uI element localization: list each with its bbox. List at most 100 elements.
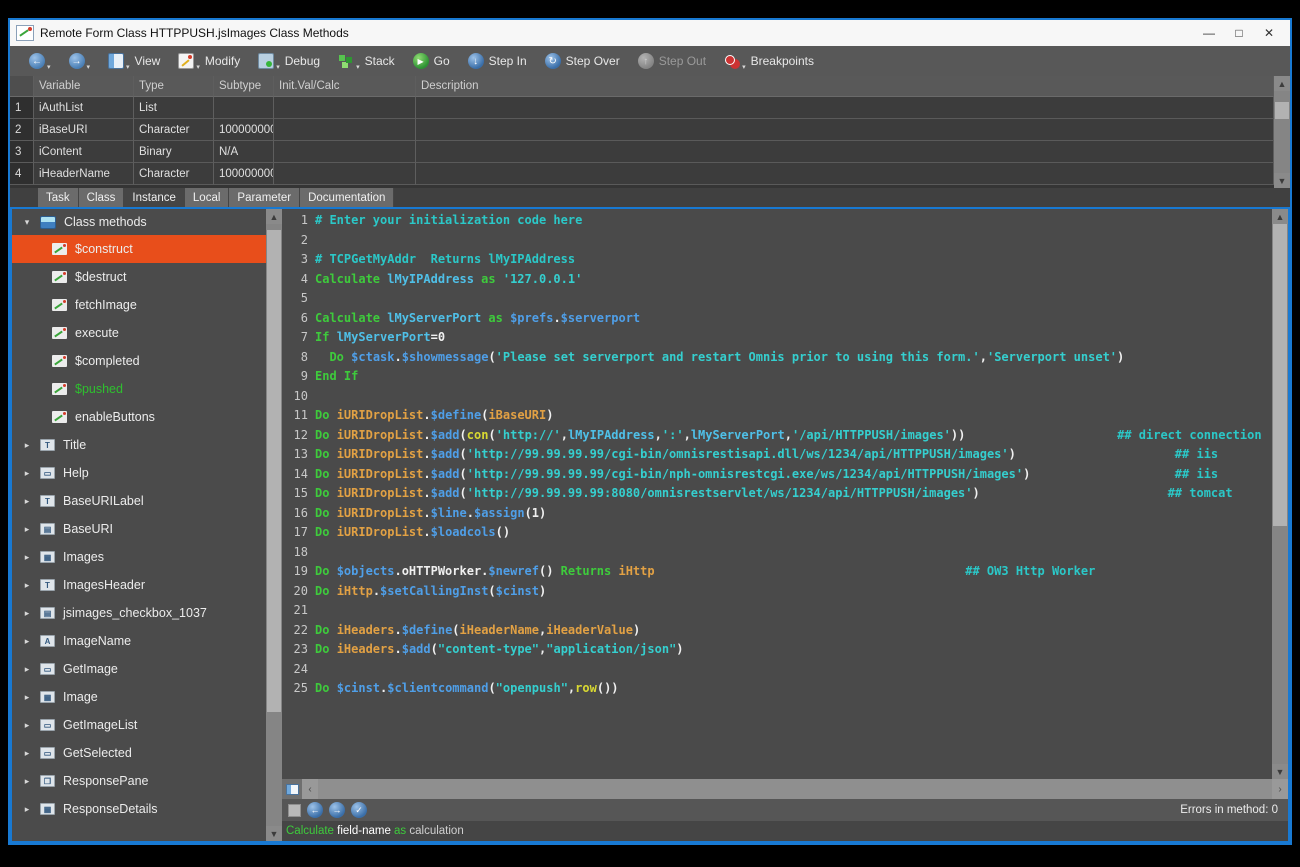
method-item-execute[interactable]: execute xyxy=(12,319,266,347)
field-item-title[interactable]: ▸TTitle xyxy=(12,431,266,459)
stack-button[interactable]: ▾Stack xyxy=(329,49,404,73)
variable-cell[interactable]: iBaseURI xyxy=(34,119,134,141)
chevron-right-icon[interactable]: ▸ xyxy=(22,776,32,787)
editor-list-button[interactable] xyxy=(282,779,302,799)
code-line[interactable]: 22Do iHeaders.$define(iHeaderName,iHeade… xyxy=(282,621,1272,641)
init-cell[interactable] xyxy=(274,141,416,163)
description-cell[interactable] xyxy=(416,141,1274,163)
code-line[interactable]: 25Do $cinst.$clientcommand("openpush",ro… xyxy=(282,679,1272,699)
scroll-up-icon[interactable]: ▲ xyxy=(1274,76,1290,91)
tab-class[interactable]: Class xyxy=(79,188,125,207)
variable-cell[interactable]: iContent xyxy=(34,141,134,163)
method-item-completed[interactable]: $completed xyxy=(12,347,266,375)
code-line[interactable]: 12Do iURIDropList.$add(con('http://',lMy… xyxy=(282,426,1272,446)
field-item-images[interactable]: ▸▦Images xyxy=(12,543,266,571)
chevron-down-icon[interactable]: ▾ xyxy=(22,217,32,228)
code-line[interactable]: 9End If xyxy=(282,367,1272,387)
chevron-right-icon[interactable]: ▸ xyxy=(22,524,32,535)
table-scrollbar-thumb[interactable] xyxy=(1275,102,1289,118)
code-line[interactable]: 23Do iHeaders.$add("content-type","appli… xyxy=(282,640,1272,660)
column-header[interactable]: Variable xyxy=(34,76,134,97)
code-line[interactable]: 7If lMyServerPort=0 xyxy=(282,328,1272,348)
init-cell[interactable] xyxy=(274,163,416,185)
field-item-responsedetails[interactable]: ▸▦ResponseDetails xyxy=(12,795,266,823)
table-row[interactable]: 2iBaseURICharacter100000000 xyxy=(10,119,1274,141)
chevron-right-icon[interactable]: ▸ xyxy=(22,748,32,759)
sidebar-scrollbar-thumb[interactable] xyxy=(267,230,281,712)
chevron-right-icon[interactable]: ▸ xyxy=(22,720,32,731)
field-item-help[interactable]: ▸▭Help xyxy=(12,459,266,487)
chevron-right-icon[interactable]: ▸ xyxy=(22,496,32,507)
chevron-right-icon[interactable]: ▸ xyxy=(22,664,32,675)
code-line[interactable]: 15Do iURIDropList.$add('http://99.99.99.… xyxy=(282,484,1272,504)
type-cell[interactable]: List xyxy=(134,97,214,119)
maximize-button[interactable]: □ xyxy=(1224,26,1254,40)
forward-button[interactable]: →▾ xyxy=(60,49,100,73)
method-item-destruct[interactable]: $destruct xyxy=(12,263,266,291)
tab-instance[interactable]: Instance xyxy=(124,188,184,207)
init-cell[interactable] xyxy=(274,97,416,119)
chevron-right-icon[interactable]: ▸ xyxy=(22,440,32,451)
go-button[interactable]: ▶Go xyxy=(404,49,459,73)
code-line[interactable]: 14Do iURIDropList.$add('http://99.99.99.… xyxy=(282,465,1272,485)
stop-button[interactable] xyxy=(288,804,301,817)
subtype-cell[interactable]: N/A xyxy=(214,141,274,163)
code-line[interactable]: 3# TCPGetMyAddr Returns lMyIPAddress xyxy=(282,250,1272,270)
field-item-getselected[interactable]: ▸▭GetSelected xyxy=(12,739,266,767)
code-line[interactable]: 21 xyxy=(282,601,1272,621)
code-line[interactable]: 16Do iURIDropList.$line.$assign(1) xyxy=(282,504,1272,524)
type-cell[interactable]: Character xyxy=(134,119,214,141)
sidebar-scrollbar[interactable]: ▲ ▼ xyxy=(266,209,282,841)
code-line[interactable]: 6Calculate lMyServerPort as $prefs.$serv… xyxy=(282,309,1272,329)
tab-local[interactable]: Local xyxy=(185,188,230,207)
step-out-button[interactable]: ↑Step Out xyxy=(629,49,715,73)
breakpoints-button[interactable]: ▾Breakpoints xyxy=(715,49,823,73)
back-button[interactable]: ←▾ xyxy=(20,49,60,73)
field-item-jsimages_checkbox_1037[interactable]: ▸▤jsimages_checkbox_1037 xyxy=(12,599,266,627)
scroll-up-icon[interactable]: ▲ xyxy=(266,209,282,224)
column-header[interactable]: Subtype xyxy=(214,76,274,97)
code-line[interactable]: 17Do iURIDropList.$loadcols() xyxy=(282,523,1272,543)
step-in-button[interactable]: ↓Step In xyxy=(459,49,536,73)
code-editor[interactable]: 1# Enter your initialization code here23… xyxy=(282,209,1272,779)
method-item-pushed[interactable]: $pushed xyxy=(12,375,266,403)
debug-button[interactable]: ▾Debug xyxy=(249,49,329,73)
column-header[interactable]: Description xyxy=(416,76,1274,97)
code-line[interactable]: 13Do iURIDropList.$add('http://99.99.99.… xyxy=(282,445,1272,465)
go-back-method-button[interactable]: ← xyxy=(307,802,323,818)
go-forward-method-button[interactable]: → xyxy=(329,802,345,818)
table-row[interactable]: 3iContentBinaryN/A xyxy=(10,141,1274,163)
chevron-right-icon[interactable]: ▸ xyxy=(22,636,32,647)
h-scroll-left-icon[interactable]: ‹ xyxy=(302,779,318,799)
view-button[interactable]: ▾View xyxy=(99,49,169,73)
chevron-right-icon[interactable]: ▸ xyxy=(22,608,32,619)
step-over-button[interactable]: ↻Step Over xyxy=(536,49,629,73)
code-line[interactable]: 2 xyxy=(282,231,1272,251)
tab-documentation[interactable]: Documentation xyxy=(300,188,394,207)
code-line[interactable]: 1# Enter your initialization code here xyxy=(282,211,1272,231)
minimize-button[interactable]: — xyxy=(1194,26,1224,40)
code-line[interactable]: 18 xyxy=(282,543,1272,563)
code-line[interactable]: 10 xyxy=(282,387,1272,407)
field-item-getimage[interactable]: ▸▭GetImage xyxy=(12,655,266,683)
chevron-right-icon[interactable]: ▸ xyxy=(22,580,32,591)
field-item-responsepane[interactable]: ▸❐ResponsePane xyxy=(12,767,266,795)
chevron-right-icon[interactable]: ▸ xyxy=(22,468,32,479)
init-cell[interactable] xyxy=(274,119,416,141)
code-line[interactable]: 24 xyxy=(282,660,1272,680)
variable-cell[interactable]: iHeaderName xyxy=(34,163,134,185)
scroll-down-icon[interactable]: ▼ xyxy=(1274,173,1290,188)
sidebar-scrollbar-track[interactable] xyxy=(266,224,282,826)
tab-parameter[interactable]: Parameter xyxy=(229,188,300,207)
chevron-right-icon[interactable]: ▸ xyxy=(22,692,32,703)
code-line[interactable]: 20Do iHttp.$setCallingInst($cinst) xyxy=(282,582,1272,602)
close-button[interactable]: ✕ xyxy=(1254,26,1284,40)
table-row[interactable]: 1iAuthListList xyxy=(10,97,1274,119)
method-item-construct[interactable]: $construct xyxy=(12,235,266,263)
code-scrollbar[interactable]: ▲ ▼ xyxy=(1272,209,1288,779)
description-cell[interactable] xyxy=(416,97,1274,119)
table-scrollbar[interactable]: ▲ ▼ xyxy=(1274,76,1290,188)
field-item-baseurilabel[interactable]: ▸TBaseURILabel xyxy=(12,487,266,515)
scroll-down-icon[interactable]: ▼ xyxy=(266,826,282,841)
description-cell[interactable] xyxy=(416,163,1274,185)
